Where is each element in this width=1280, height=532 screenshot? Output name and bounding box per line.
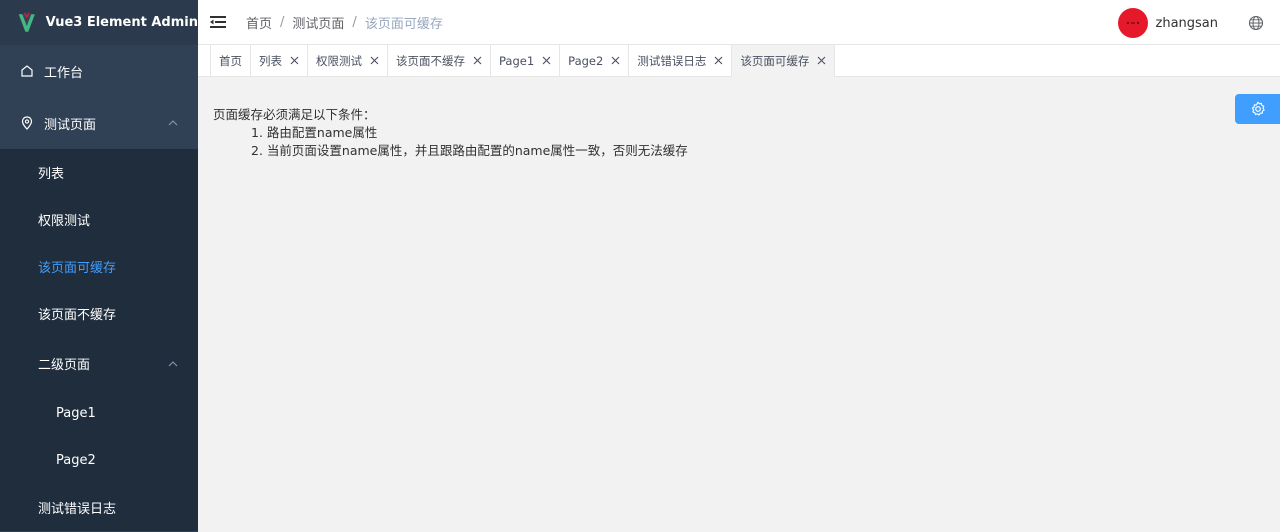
breadcrumb-home[interactable]: 首页 bbox=[246, 13, 272, 32]
sidebar-item-label: 工作台 bbox=[44, 65, 84, 81]
app-title: Vue3 Element Admin bbox=[45, 15, 198, 30]
close-icon[interactable] bbox=[817, 56, 826, 65]
sidebar-item-label: 二级页面 bbox=[38, 358, 91, 373]
breadcrumb: 首页 / 测试页面 / 该页面可缓存 bbox=[246, 13, 443, 32]
tag-list[interactable]: 列表 bbox=[250, 44, 307, 77]
header: 首页 / 测试页面 / 该页面可缓存 zhangsan bbox=[198, 0, 1280, 45]
sidebar-item-cacheable[interactable]: 该页面可缓存 bbox=[0, 243, 198, 290]
sidebar-item-label: 测试错误日志 bbox=[38, 502, 117, 517]
sidebar-item-not-cached[interactable]: 该页面不缓存 bbox=[0, 290, 198, 337]
house-icon bbox=[21, 65, 33, 77]
close-icon[interactable] bbox=[473, 56, 482, 65]
cache-condition-1: 1. 路由配置name属性 bbox=[251, 125, 378, 140]
sidebar-item-test-pages[interactable]: 测试页面 bbox=[0, 97, 198, 149]
logo-icon bbox=[18, 11, 35, 32]
breadcrumb-current: 该页面可缓存 bbox=[364, 16, 443, 32]
close-icon[interactable] bbox=[290, 56, 299, 65]
sidebar-item-permission-test[interactable]: 权限测试 bbox=[0, 196, 198, 243]
username[interactable]: zhangsan bbox=[1156, 16, 1219, 31]
tag-not-cached[interactable]: 该页面不缓存 bbox=[387, 44, 490, 77]
avatar[interactable] bbox=[1117, 8, 1148, 38]
sidebar-item-second-level[interactable]: 二级页面 bbox=[0, 337, 198, 390]
hamburger-icon[interactable] bbox=[210, 15, 226, 29]
gear-icon bbox=[1251, 101, 1265, 116]
tag-label: 测试错误日志 bbox=[637, 53, 707, 68]
tag-label: 列表 bbox=[259, 53, 282, 68]
cache-condition-2: 2. 当前页面设置name属性，并且跟路由配置的name属性一致，否则无法缓存 bbox=[251, 143, 688, 158]
main-content: 页面缓存必须满足以下条件： 1. 路由配置name属性 2. 当前页面设置nam… bbox=[198, 78, 1280, 532]
sidebar-item-error-log[interactable]: 测试错误日志 bbox=[0, 484, 198, 531]
sidebar-item-workbench[interactable]: 工作台 bbox=[0, 45, 198, 97]
avatar-face-icon bbox=[1126, 21, 1139, 25]
sidebar-item-label: 该页面不缓存 bbox=[38, 308, 117, 323]
tag-home[interactable]: 首页 bbox=[210, 44, 250, 77]
sidebar-item-label: 列表 bbox=[38, 167, 65, 182]
tag-page2[interactable]: Page2 bbox=[559, 44, 628, 77]
tag-label: Page2 bbox=[568, 53, 604, 68]
location-icon bbox=[21, 116, 33, 130]
globe-icon[interactable] bbox=[1248, 15, 1264, 31]
sidebar-item-page1[interactable]: Page1 bbox=[0, 390, 198, 437]
user-menu[interactable]: zhangsan bbox=[1117, 8, 1219, 38]
tag-label: 该页面不缓存 bbox=[396, 53, 465, 68]
tag-label: 权限测试 bbox=[316, 53, 362, 68]
close-icon[interactable] bbox=[714, 56, 723, 65]
cache-requirements-heading: 页面缓存必须满足以下条件： bbox=[213, 107, 376, 122]
tag-permission-test[interactable]: 权限测试 bbox=[307, 44, 387, 77]
settings-button[interactable] bbox=[1235, 94, 1280, 124]
sidebar-item-page2[interactable]: Page2 bbox=[0, 437, 198, 484]
sidebar-item-label: 该页面可缓存 bbox=[38, 261, 117, 276]
tag-error-log[interactable]: 测试错误日志 bbox=[628, 44, 731, 77]
tag-cacheable[interactable]: 该页面可缓存 bbox=[731, 44, 836, 77]
chevron-up-icon bbox=[168, 120, 178, 126]
sidebar-item-label: 测试页面 bbox=[44, 117, 97, 133]
tags-view: 首页 列表 权限测试 该页面不缓存 Page1 Page2 测试错误日志 该页面… bbox=[198, 44, 1280, 77]
sidebar: Vue3 Element Admin 工作台 测试页面 列表 权限测试 该页面可… bbox=[0, 0, 198, 532]
close-icon[interactable] bbox=[370, 56, 379, 65]
breadcrumb-separator: / bbox=[352, 14, 357, 30]
breadcrumb-separator: / bbox=[280, 14, 285, 30]
breadcrumb-test-pages[interactable]: 测试页面 bbox=[292, 13, 344, 32]
sidebar-item-list[interactable]: 列表 bbox=[0, 149, 198, 196]
tag-page1[interactable]: Page1 bbox=[490, 44, 559, 77]
sidebar-item-label: Page1 bbox=[56, 406, 96, 421]
close-icon[interactable] bbox=[542, 56, 551, 65]
tag-label: 首页 bbox=[219, 53, 242, 68]
tag-label: Page1 bbox=[499, 53, 535, 68]
sidebar-item-label: Page2 bbox=[56, 453, 96, 468]
sidebar-item-label: 权限测试 bbox=[38, 214, 91, 229]
submenu-test-pages: 列表 权限测试 该页面可缓存 该页面不缓存 二级页面 Page1 Page2 测… bbox=[0, 149, 198, 531]
tag-label: 该页面可缓存 bbox=[740, 53, 810, 68]
close-icon[interactable] bbox=[611, 56, 620, 65]
chevron-up-icon bbox=[168, 360, 178, 366]
logo[interactable]: Vue3 Element Admin bbox=[0, 0, 198, 45]
